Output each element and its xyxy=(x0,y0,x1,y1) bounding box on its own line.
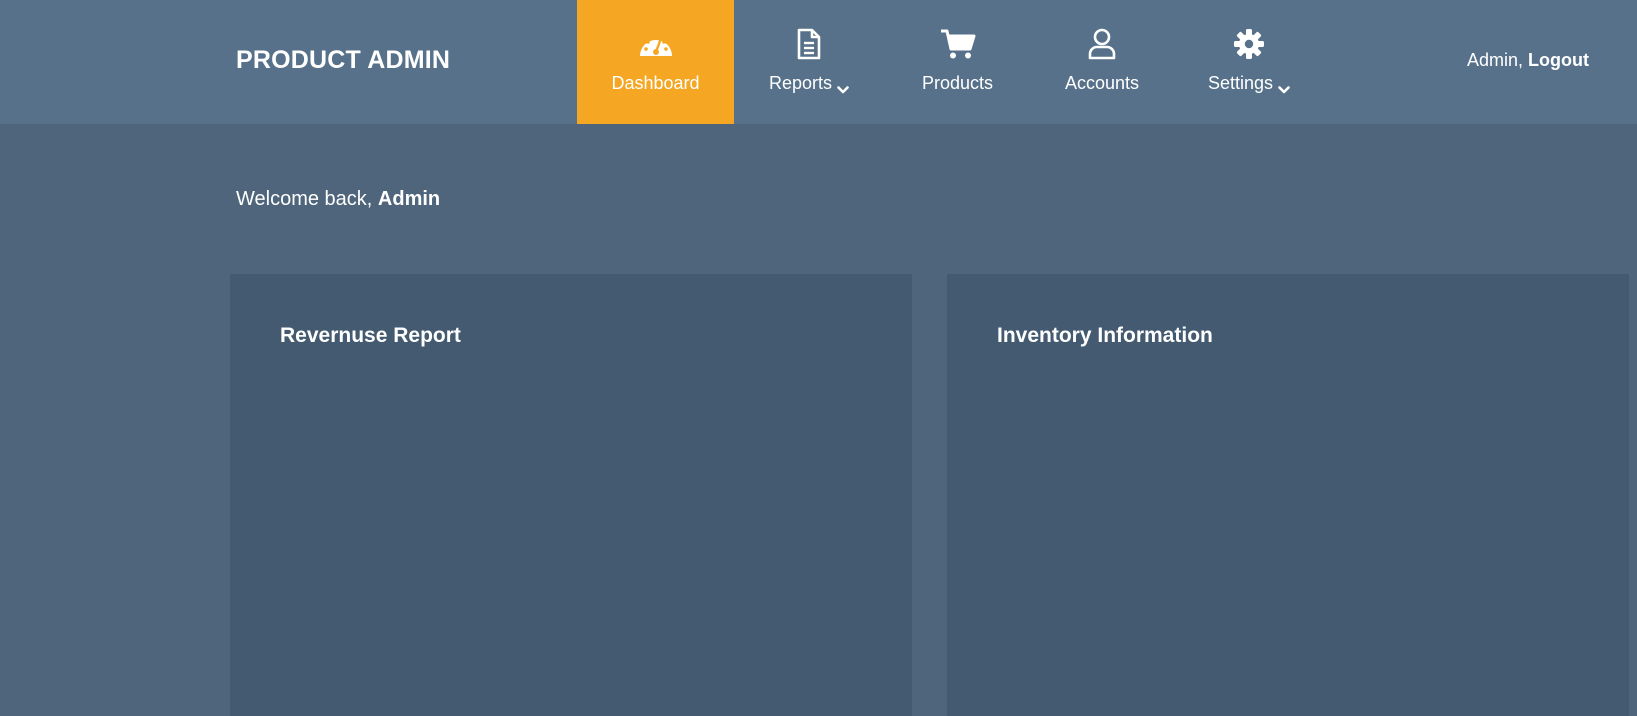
gauge-icon xyxy=(636,26,676,62)
nav-label-reports: Reports xyxy=(768,73,833,93)
top-navbar: PRODUCT ADMIN Dashboard Reports Products… xyxy=(0,0,1637,124)
nav-item-dashboard[interactable]: Dashboard xyxy=(577,0,734,124)
nav-label-accounts: Accounts xyxy=(1064,73,1140,93)
nav-label-products: Products xyxy=(921,73,994,93)
cart-icon xyxy=(938,26,978,62)
logout-link[interactable]: Logout xyxy=(1528,50,1589,70)
welcome-prefix: Welcome back, xyxy=(236,188,373,210)
nav-item-reports[interactable]: Reports xyxy=(734,0,884,124)
welcome-username: Admin xyxy=(377,188,441,210)
nav-item-settings[interactable]: Settings xyxy=(1173,0,1325,124)
user-icon xyxy=(1082,26,1122,62)
panel-title: Revernuse Report xyxy=(280,324,461,347)
inventory-information-panel: Inventory Information xyxy=(947,274,1629,716)
file-icon xyxy=(789,26,829,62)
nav-label-dashboard: Dashboard xyxy=(611,73,700,93)
user-name: Admin, xyxy=(1466,50,1523,70)
main-nav: Dashboard Reports Products Accounts Sett… xyxy=(577,0,1325,124)
welcome-message: Welcome back, Admin xyxy=(236,188,440,211)
revenue-report-panel: Revernuse Report xyxy=(230,274,912,716)
chevron-down-icon xyxy=(1278,79,1290,93)
nav-item-accounts[interactable]: Accounts xyxy=(1031,0,1173,124)
nav-item-products[interactable]: Products xyxy=(884,0,1031,124)
panel-title: Inventory Information xyxy=(997,324,1213,347)
gear-icon xyxy=(1229,26,1269,62)
brand-title[interactable]: PRODUCT ADMIN xyxy=(236,46,450,75)
chevron-down-icon xyxy=(837,79,849,93)
user-area: Admin, Logout xyxy=(1467,50,1589,71)
nav-label-settings: Settings xyxy=(1207,73,1274,93)
